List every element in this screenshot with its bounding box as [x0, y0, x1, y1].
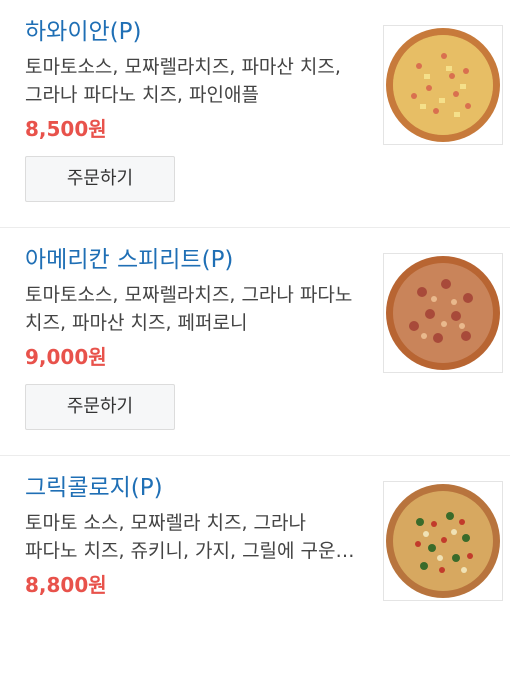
menu-item-description: 토마토소스, 모짜렐라치즈, 파마산 치즈, 그라나 파다노 치즈, 파인애플 [25, 56, 341, 106]
menu-item-name[interactable]: 아메리칸 스피리트(P) [25, 244, 233, 276]
menu-item-price: 9,000원 [25, 345, 107, 369]
menu-item-description: 토마토소스, 모짜렐라치즈, 그라나 파다노 치즈, 파마산 치즈, 페퍼로니 [25, 284, 353, 334]
order-button[interactable]: 주문하기 [25, 156, 175, 202]
menu-item-american-spirit[interactable]: 아메리칸 스피리트(P) 토마토소스, 모짜렐라치즈, 그라나 파다노 치즈, … [0, 228, 510, 456]
pizza-image[interactable] [383, 481, 503, 601]
pizza-image[interactable] [383, 25, 503, 145]
menu-item-name[interactable]: 그릭콜로지(P) [25, 472, 163, 504]
pizza-greekology-image [386, 484, 500, 598]
menu-item-name[interactable]: 하와이안(P) [25, 16, 141, 48]
pizza-image[interactable] [383, 253, 503, 373]
menu-item-greekology[interactable]: 그릭콜로지(P) 토마토 소스, 모짜렐라 치즈, 그라나 파다노 치즈, 쥬키… [0, 456, 510, 684]
menu-list: 하와이안(P) 토마토소스, 모짜렐라치즈, 파마산 치즈, 그라나 파다노 치… [0, 0, 510, 684]
pizza-hawaiian-image [386, 28, 500, 142]
menu-item-price: 8,500원 [25, 117, 107, 141]
menu-item-hawaiian[interactable]: 하와이안(P) 토마토소스, 모짜렐라치즈, 파마산 치즈, 그라나 파다노 치… [0, 0, 510, 228]
pizza-american-spirit-image [386, 256, 500, 370]
menu-item-price: 8,800원 [25, 573, 107, 597]
order-button[interactable]: 주문하기 [25, 384, 175, 430]
menu-item-description: 토마토 소스, 모짜렐라 치즈, 그라나 파다노 치즈, 쥬키니, 가지, 그릴… [25, 512, 336, 562]
